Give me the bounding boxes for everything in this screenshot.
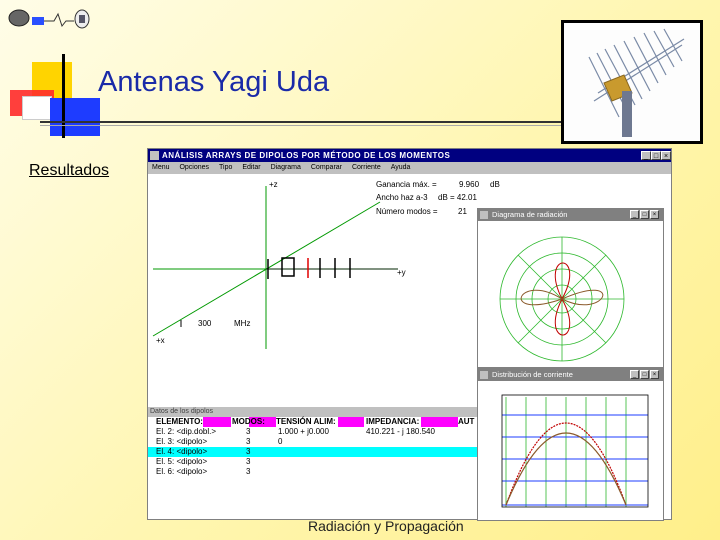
table-row-selected[interactable]: El. 4: <dipolo> 3: [148, 447, 478, 457]
main-window-titlebar: ANÁLISIS ARRAYS DE DIPOLOS POR MÉTODO DE…: [148, 149, 671, 162]
table-row[interactable]: El. 2: <dip.dobl.> 3 1.000 + j0.000 410.…: [148, 427, 478, 437]
cell-element: El. 4: <dipolo>: [156, 447, 208, 456]
frequency-unit: MHz: [234, 319, 251, 328]
close-button[interactable]: ×: [650, 210, 659, 219]
cell-element: El. 2: <dip.dobl.>: [156, 427, 217, 436]
cell-modes: 3: [246, 427, 251, 436]
menu-item-tipo[interactable]: Tipo: [219, 164, 232, 171]
column-header-voltage: TENSIÓN ALIM:: [276, 417, 336, 426]
current-window-title: Distribución de corriente: [492, 370, 573, 379]
beamwidth-label: Ancho haz a-3: [376, 193, 428, 202]
yagi-antenna-photo: [561, 20, 703, 144]
main-window-title: ANÁLISIS ARRAYS DE DIPOLOS POR MÉTODO DE…: [162, 151, 451, 160]
menu-item-opciones[interactable]: Opciones: [179, 164, 209, 171]
menu-item-corriente[interactable]: Corriente: [352, 164, 381, 171]
radiation-window-title: Diagrama de radiación: [492, 210, 568, 219]
menu-item-editar[interactable]: Editar: [242, 164, 260, 171]
header-spacer: [203, 417, 231, 427]
radiation-window-titlebar: Diagrama de radiación _ □ ×: [478, 209, 663, 221]
table-row[interactable]: El. 3: <dipolo> 3 0: [148, 437, 478, 447]
cell-modes: 3: [246, 467, 251, 476]
slide-title: Antenas Yagi Uda: [98, 66, 330, 98]
maximize-button[interactable]: □: [640, 210, 649, 219]
institution-logos: [8, 8, 90, 32]
gain-label: Ganancia máx. =: [376, 180, 437, 189]
current-window-titlebar: Distribución de corriente _ □ ×: [478, 369, 663, 381]
dipole-table-title: Datos de los dipolos: [148, 407, 478, 417]
current-distribution-window: Distribución de corriente _ □ ×: [477, 368, 664, 521]
deco-blue-square: [50, 98, 100, 136]
gain-unit: dB: [490, 180, 500, 189]
radiation-pattern-window: Diagrama de radiación _ □ ×: [477, 208, 664, 368]
cell-element: El. 3: <dipolo>: [156, 437, 208, 446]
cell-element: El. 6: <dipolo>: [156, 467, 208, 476]
current-distribution-plot: [501, 394, 649, 508]
app-icon[interactable]: [150, 151, 159, 160]
cell-element: El. 5: <dipolo>: [156, 457, 208, 466]
maximize-button[interactable]: □: [651, 151, 661, 160]
x-axis-label: +x: [156, 336, 165, 345]
header-spacer: [338, 417, 364, 427]
modes-value: 21: [458, 207, 467, 216]
column-header-element: ELEMENTO:: [156, 417, 203, 426]
maximize-button[interactable]: □: [640, 370, 649, 379]
frequency-value: 300: [198, 319, 212, 328]
dipole-table: ELEMENTO: MODOS: TENSIÓN ALIM: IMPEDANCI…: [148, 417, 478, 519]
menu-item-ayuda[interactable]: Ayuda: [391, 164, 411, 171]
modes-label: Número modos =: [376, 207, 438, 216]
z-axis-label: +z: [269, 180, 278, 189]
cell-modes: 3: [246, 457, 251, 466]
results-link[interactable]: Resultados: [29, 162, 109, 180]
minimize-button[interactable]: _: [641, 151, 651, 160]
column-header-modes: MODOS:: [232, 417, 265, 426]
cell-modes: 3: [246, 447, 251, 456]
minimize-button[interactable]: _: [630, 370, 639, 379]
menu-item-comparar[interactable]: Comparar: [311, 164, 342, 171]
menu-item-menu[interactable]: Menu: [152, 164, 170, 171]
header-spacer: [421, 417, 458, 427]
cell-impedance: 410.221 - j 180.540: [366, 427, 435, 436]
window-icon[interactable]: [480, 211, 488, 219]
radiation-pattern-plot: [499, 236, 625, 362]
table-row[interactable]: El. 6: <dipolo> 3: [148, 467, 478, 477]
table-row[interactable]: El. 5: <dipolo> 3: [148, 457, 478, 467]
cell-voltage: 0: [278, 437, 283, 446]
close-button[interactable]: ×: [661, 151, 671, 160]
deco-white-square: [22, 96, 52, 120]
menu-item-diagrama[interactable]: Diagrama: [271, 164, 301, 171]
gain-value: 9.960: [459, 180, 480, 189]
menu-bar: Menu Opciones Tipo Editar Diagrama Compa…: [148, 162, 671, 174]
column-header-impedance: IMPEDANCIA:: [366, 417, 420, 426]
cell-modes: 3: [246, 437, 251, 446]
close-button[interactable]: ×: [650, 370, 659, 379]
window-icon[interactable]: [480, 371, 488, 379]
folded-dipole-element: [281, 257, 295, 277]
y-axis-label: +y: [397, 268, 406, 277]
slide-footer: Radiación y Propagación: [308, 518, 464, 534]
beamwidth-value: dB = 42.01: [438, 193, 477, 202]
column-header-aut: AUT: [458, 417, 475, 426]
minimize-button[interactable]: _: [630, 210, 639, 219]
cell-voltage: 1.000 + j0.000: [278, 427, 329, 436]
